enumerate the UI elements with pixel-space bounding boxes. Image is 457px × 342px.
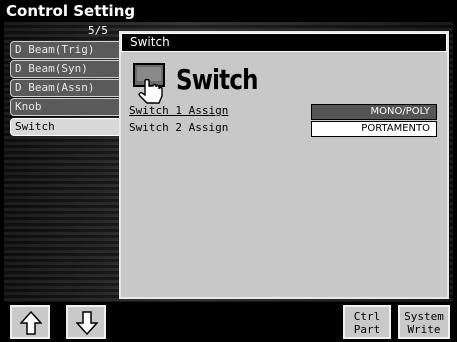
tab-d-beam-assn[interactable]: D Beam(Assn)	[10, 79, 122, 97]
window-title: Control Setting	[0, 0, 457, 22]
scroll-down-button[interactable]	[66, 305, 106, 339]
scroll-up-button[interactable]	[10, 305, 50, 339]
switch-1-assign-label[interactable]: Switch 1 Assign	[129, 104, 228, 118]
panel-title: Switch	[121, 33, 447, 52]
arrow-up-icon	[20, 311, 42, 335]
ctrl-part-button[interactable]: Ctrl Part	[343, 305, 391, 339]
tab-switch[interactable]: Switch	[10, 118, 122, 136]
system-write-button[interactable]: System Write	[398, 305, 450, 339]
tab-d-beam-trig[interactable]: D Beam(Trig)	[10, 41, 122, 59]
switch-2-assign-label[interactable]: Switch 2 Assign	[129, 121, 228, 135]
switch-hand-icon	[133, 63, 167, 105]
switch-panel: Switch Switch Switch 1 Assign Switch 2 A…	[119, 31, 449, 299]
page-indicator: 5/5	[88, 24, 108, 37]
arrow-down-icon	[76, 311, 98, 335]
switch-2-assign-value[interactable]: PORTAMENTO	[311, 121, 437, 137]
tab-d-beam-syn[interactable]: D Beam(Syn)	[10, 60, 122, 78]
switch-1-assign-value[interactable]: MONO/POLY	[311, 104, 437, 120]
tab-knob[interactable]: Knob	[10, 98, 122, 116]
switch-heading: Switch	[176, 63, 258, 96]
screen: Control Setting 5/5 D Beam(Trig) D Beam(…	[0, 0, 457, 342]
